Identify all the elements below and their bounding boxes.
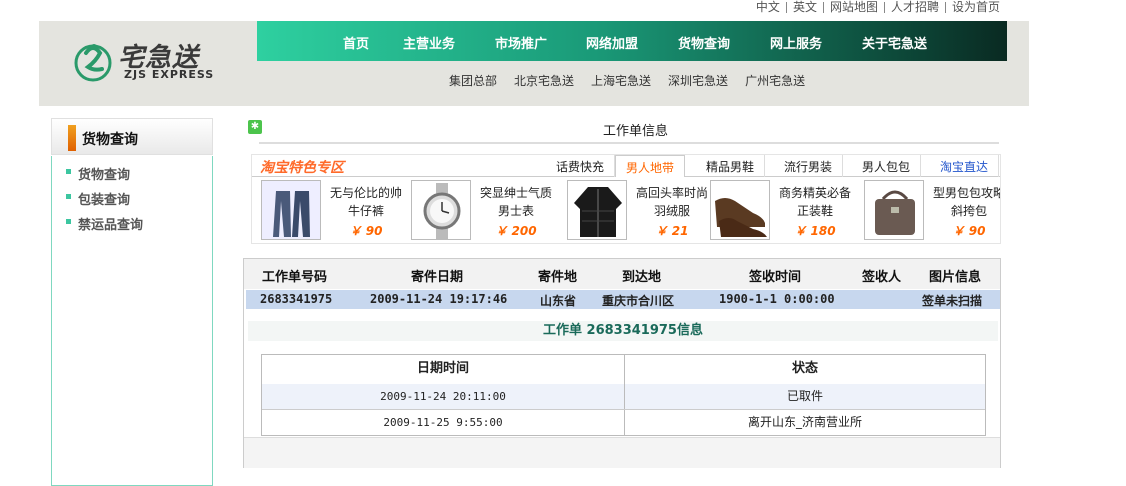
- product-name: 无与伦比的帅牛仔裤: [329, 186, 402, 218]
- top-links: 中文 英文 网站地图 人才招聘 设为首页: [750, 0, 1006, 14]
- product-price: ￥ 90: [349, 224, 383, 238]
- col-header-image-info: 图片信息: [929, 270, 982, 285]
- top-link-chinese[interactable]: 中文: [750, 1, 786, 13]
- product-name: 高回头率时尚羽绒服: [635, 186, 708, 218]
- subnav-beijing[interactable]: 北京宅急送: [514, 72, 574, 89]
- tracking-panel: 工作单号码 寄件日期 寄件地 到达地 签收时间 签收人 图片信息 2683341…: [243, 258, 1001, 468]
- nav-marketing[interactable]: 市场推广: [495, 33, 547, 52]
- cell-origin: 山东省: [540, 294, 577, 308]
- product-jeans[interactable]: 无与伦比的帅牛仔裤 ￥ 90: [261, 180, 411, 242]
- table-row[interactable]: 2683341975 2009-11-24 19:17:46 山东省 重庆市合川…: [246, 290, 1000, 309]
- subnav-shenzhen[interactable]: 深圳宅急送: [668, 72, 728, 89]
- top-link-jobs[interactable]: 人才招聘: [883, 1, 945, 13]
- tracking-footer-bar: [244, 437, 1000, 468]
- product-dress-shoes[interactable]: 商务精英必备正装鞋 ￥ 180: [710, 180, 860, 242]
- detail-header-status: 状态: [624, 354, 985, 384]
- sidebar-item-packaging-query[interactable]: 包装查询: [66, 189, 131, 208]
- top-link-english[interactable]: 英文: [785, 1, 823, 13]
- product-name: 型男包包攻略斜挎包: [932, 186, 1001, 218]
- work-order-info-title: 工作单 2683341975信息: [248, 321, 998, 341]
- product-price: ￥ 180: [794, 224, 836, 238]
- product-watch[interactable]: 突显绅士气质男士表 ￥ 200: [411, 180, 561, 242]
- taobao-zone: 淘宝特色专区 话费快充 男人地带 精品男鞋 流行男装 男人包包 淘宝直达 无与伦…: [251, 154, 1001, 244]
- logo-text-en: ZJS EXPRESS: [124, 68, 215, 81]
- divider: [259, 142, 999, 144]
- tab-mens-shoes[interactable]: 精品男鞋: [696, 155, 766, 177]
- main-nav: 首页 主营业务 市场推广 网络加盟 货物查询 网上服务 关于宅急送: [257, 21, 1007, 61]
- nav-business[interactable]: 主营业务: [403, 33, 455, 52]
- tab-phone-topup[interactable]: 话费快充: [546, 155, 616, 177]
- sidebar-item-label: 货物查询: [78, 168, 131, 183]
- work-order-title: 工作单信息: [602, 124, 668, 139]
- tab-mens-zone[interactable]: 男人地带: [615, 155, 686, 177]
- col-header-signer: 签收人: [862, 270, 902, 285]
- detail-status: 离开山东_济南营业所: [624, 410, 985, 435]
- detail-status: 已取件: [624, 384, 985, 409]
- nav-home[interactable]: 首页: [343, 33, 369, 52]
- product-name: 突显绅士气质男士表: [479, 186, 552, 218]
- bullet-icon: [66, 194, 71, 199]
- tab-mens-fashion[interactable]: 流行男装: [774, 155, 844, 177]
- product-shoulder-bag[interactable]: 型男包包攻略斜挎包 ￥ 90: [864, 180, 1001, 242]
- col-header-sign-time: 签收时间: [749, 270, 802, 285]
- cell-send-date: 2009-11-24 19:17:46: [370, 292, 508, 306]
- top-link-set-homepage[interactable]: 设为首页: [944, 1, 1006, 13]
- sidebar-header: 货物查询: [51, 118, 213, 155]
- sub-nav: 集团总部 北京宅急送 上海宅急送 深圳宅急送 广州宅急送: [449, 72, 822, 89]
- shoes-image: [710, 180, 770, 240]
- cell-destination: 重庆市合川区: [602, 294, 675, 308]
- sidebar-title: 货物查询: [82, 132, 138, 148]
- tab-taobao-direct[interactable]: 淘宝直达: [930, 155, 1000, 177]
- detail-time: 2009-11-24 20:11:00: [380, 390, 506, 403]
- logo[interactable]: 宅急送 ZJS EXPRESS: [74, 37, 224, 87]
- sidebar-menu: 货物查询 包装查询 禁运品查询: [51, 156, 213, 486]
- jacket-image: [567, 180, 627, 240]
- cell-number: 2683341975: [260, 292, 333, 306]
- product-down-jacket[interactable]: 高回头率时尚羽绒服 ￥ 21: [567, 180, 717, 242]
- tracking-table-header: 工作单号码 寄件日期 寄件地 到达地 签收时间 签收人 图片信息: [244, 259, 1000, 289]
- watch-image: [411, 180, 471, 240]
- bag-image: [864, 180, 924, 240]
- col-header-send-date: 寄件日期: [411, 270, 464, 285]
- nav-online-service[interactable]: 网上服务: [770, 33, 822, 52]
- detail-header-datetime: 日期时间: [416, 361, 469, 376]
- detail-time: 2009-11-25 9:55:00: [383, 416, 503, 429]
- product-price: ￥ 90: [952, 224, 986, 238]
- tab-mens-bags[interactable]: 男人包包: [852, 155, 922, 177]
- jeans-image: [261, 180, 321, 240]
- product-price: ￥ 21: [655, 224, 689, 238]
- cell-sign-time: 1900-1-1 0:00:00: [719, 292, 835, 306]
- subnav-shanghai[interactable]: 上海宅急送: [591, 72, 651, 89]
- bullet-icon: [66, 219, 71, 224]
- sidebar-accent-bar: [68, 125, 76, 151]
- col-header-number: 工作单号码: [262, 270, 328, 285]
- bullet-icon: [66, 169, 71, 174]
- nav-about[interactable]: 关于宅急送: [862, 33, 927, 52]
- sidebar: 货物查询 货物查询 包装查询 禁运品查询: [51, 118, 213, 486]
- site-header: 宅急送 ZJS EXPRESS 首页 主营业务 市场推广 网络加盟 货物查询 网…: [39, 21, 1029, 106]
- nav-franchise[interactable]: 网络加盟: [586, 33, 638, 52]
- col-header-destination: 到达地: [622, 270, 662, 285]
- sidebar-item-cargo-query[interactable]: 货物查询: [66, 164, 131, 183]
- product-price: ￥ 200: [495, 224, 537, 238]
- product-name: 商务精英必备正装鞋: [778, 186, 851, 218]
- col-header-origin: 寄件地: [538, 270, 578, 285]
- logo-mark-icon: [74, 44, 112, 82]
- sidebar-item-label: 禁运品查询: [78, 218, 144, 233]
- sidebar-item-prohibited-query[interactable]: 禁运品查询: [66, 214, 144, 233]
- subnav-guangzhou[interactable]: 广州宅急送: [745, 72, 805, 89]
- top-link-sitemap[interactable]: 网站地图: [822, 1, 884, 13]
- cell-image-info: 签单未扫描: [922, 294, 983, 308]
- tracking-detail-table: 日期时间 状态 2009-11-24 20:11:00 已取件 2009-11-…: [261, 354, 986, 436]
- taobao-zone-title: 淘宝特色专区: [260, 160, 344, 176]
- nav-tracking[interactable]: 货物查询: [678, 33, 730, 52]
- sidebar-item-label: 包装查询: [78, 193, 131, 208]
- work-order-header: ✱ 工作单信息: [243, 118, 1000, 148]
- subnav-group-hq[interactable]: 集团总部: [449, 72, 497, 89]
